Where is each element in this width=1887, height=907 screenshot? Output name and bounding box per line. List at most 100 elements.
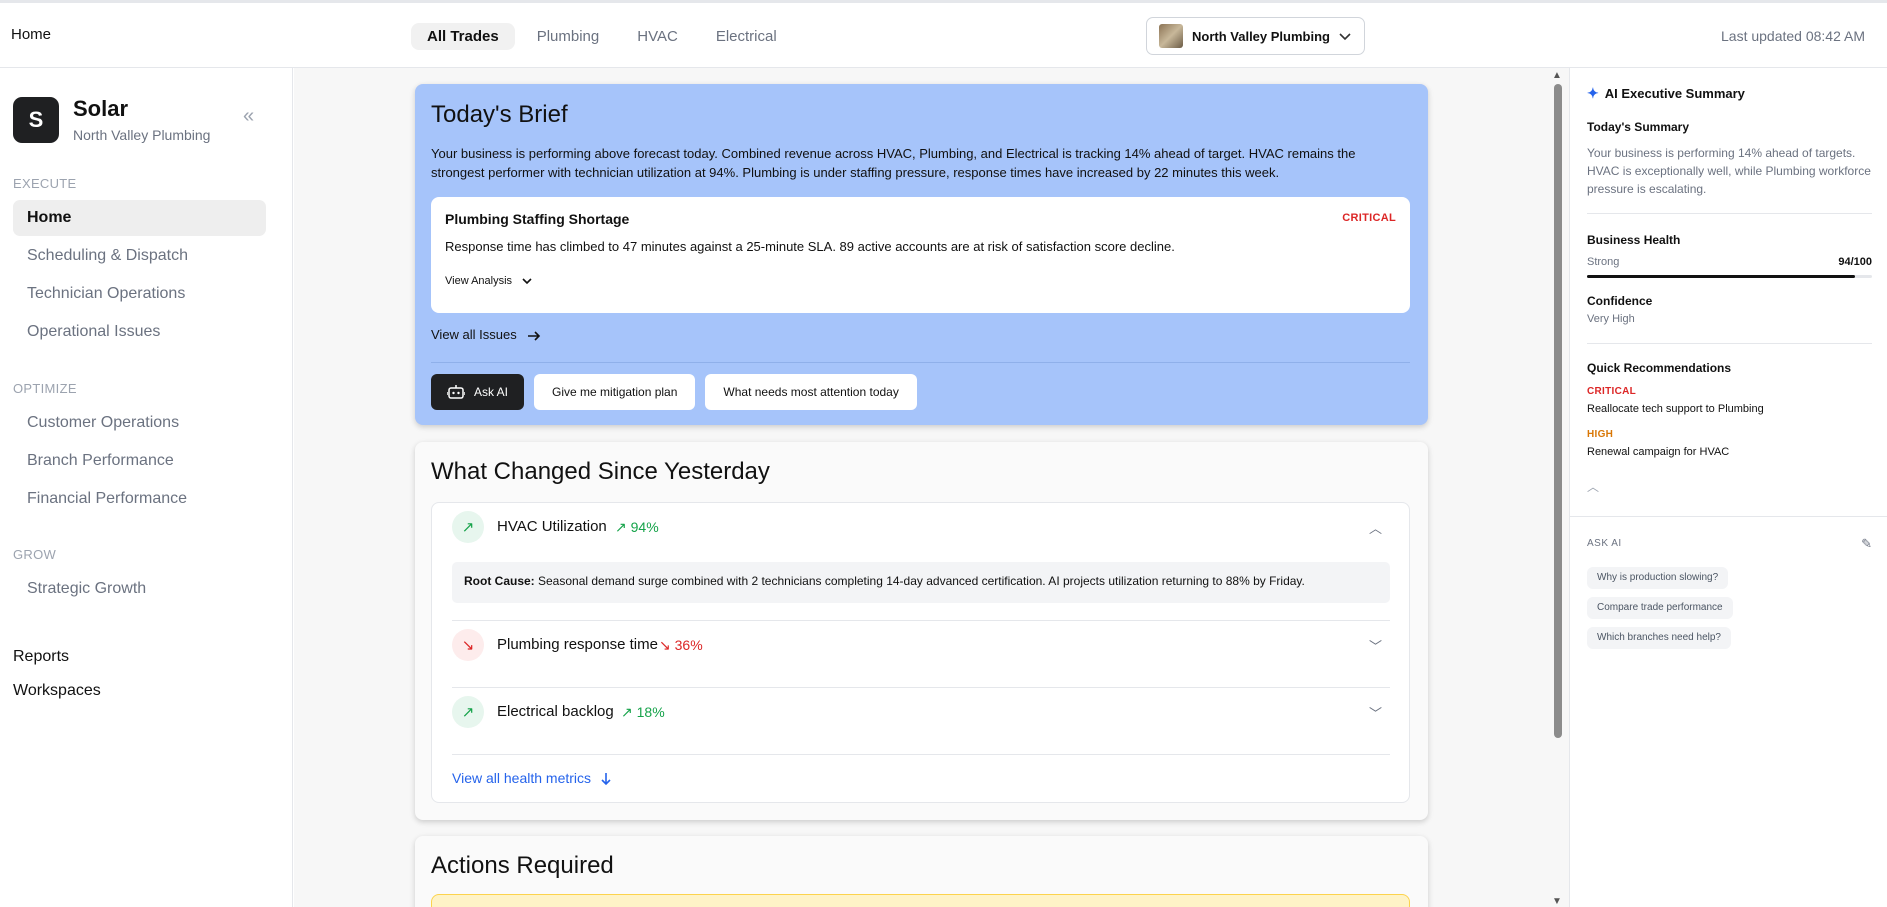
main-content: Today's Brief Your business is performin…: [294, 68, 1569, 907]
section-grow: GROW: [13, 547, 57, 562]
sidebar: S Solar North Valley Plumbing « EXECUTE …: [0, 68, 293, 907]
todays-summary-text: Your business is performing 14% ahead of…: [1587, 146, 1871, 196]
sidebar-item-scheduling[interactable]: Scheduling & Dispatch: [13, 238, 266, 274]
change-delta: ↘ 36%: [659, 637, 703, 653]
view-all-issues-label: View all Issues: [431, 327, 517, 342]
todays-brief-card: Today's Brief Your business is performin…: [415, 84, 1428, 425]
view-all-health-metrics-link[interactable]: View all health metrics: [452, 770, 612, 786]
section-optimize: OPTIMIZE: [13, 381, 77, 396]
ai-summary-header: ✦ AI Executive Summary: [1587, 85, 1745, 102]
sparkle-icon: ✦: [1587, 85, 1599, 101]
quick-recommendations-title: Quick Recommendations: [1587, 361, 1732, 375]
divider: [1587, 213, 1872, 214]
org-avatar: [1159, 24, 1183, 48]
root-cause-label: Root Cause:: [464, 574, 535, 588]
rec-item[interactable]: Renewal campaign for HVAC: [1587, 446, 1729, 458]
business-health-label: Strong: [1587, 256, 1620, 268]
chevron-down-icon: [522, 278, 532, 285]
brand-subtitle: North Valley Plumbing: [73, 127, 211, 143]
chevron-up-icon[interactable]: ︿: [1587, 478, 1599, 495]
view-all-health-metrics-label: View all health metrics: [452, 770, 592, 786]
brand-name: Solar: [73, 96, 129, 121]
action-buttons: Ask AI Give me mitigation plan What need…: [431, 374, 917, 410]
ai-summary-title: AI Executive Summary: [1604, 86, 1745, 101]
action-item[interactable]: [431, 894, 1410, 907]
alert-title: Plumbing Staffing Shortage: [445, 211, 630, 227]
trend-up-icon: ↗: [452, 511, 484, 543]
suggestion-chip[interactable]: Compare trade performance: [1587, 597, 1733, 619]
trend-down-icon: ↘: [452, 629, 484, 661]
business-health-value: 94/100: [1838, 256, 1872, 268]
top-bar: Home All Trades Plumbing HVAC Electrical…: [0, 0, 1887, 68]
chevron-down-icon[interactable]: ﹀: [1369, 636, 1382, 655]
alert-body: Response time has climbed to 47 minutes …: [445, 239, 1175, 254]
critical-badge: CRITICAL: [1342, 212, 1396, 224]
root-cause-text: Seasonal demand surge combined with 2 te…: [534, 574, 1305, 588]
sidebar-item-strategic-growth[interactable]: Strategic Growth: [13, 571, 266, 607]
divider: [1570, 516, 1887, 517]
brief-text: Your business is performing above foreca…: [431, 146, 1356, 180]
tab-electrical[interactable]: Electrical: [700, 23, 793, 50]
chevrons-left-icon[interactable]: «: [243, 105, 254, 128]
change-row-hvac[interactable]: ↗ HVAC Utilization ↗ 94% ︿: [452, 503, 1390, 553]
changes-list: ↗ HVAC Utilization ↗ 94% ︿ Root Cause: S…: [431, 502, 1410, 803]
sidebar-item-workspaces[interactable]: Workspaces: [13, 682, 101, 700]
view-all-issues-link[interactable]: View all Issues: [431, 327, 542, 342]
view-analysis-button[interactable]: View Analysis: [445, 275, 533, 287]
business-health-title: Business Health: [1587, 233, 1681, 247]
brand-logo: S: [13, 97, 59, 143]
sidebar-item-technician-operations[interactable]: Technician Operations: [13, 276, 266, 312]
scroll-down-icon[interactable]: ▼: [1552, 896, 1562, 907]
sidebar-item-financial-performance[interactable]: Financial Performance: [13, 481, 266, 517]
suggestion-chip[interactable]: Which branches need help?: [1587, 627, 1731, 649]
arrow-down-icon: [601, 773, 611, 786]
sidebar-item-reports[interactable]: Reports: [13, 648, 69, 666]
rec-critical-badge: CRITICAL: [1587, 386, 1637, 397]
brief-title: Today's Brief: [431, 101, 568, 128]
actions-title: Actions Required: [431, 852, 614, 879]
view-analysis-label: View Analysis: [445, 275, 513, 287]
tab-plumbing[interactable]: Plumbing: [521, 23, 616, 50]
divider: [1587, 343, 1872, 344]
change-label: Electrical backlog: [497, 703, 614, 720]
chevron-down-icon[interactable]: ﹀: [1369, 703, 1382, 722]
change-row-electrical[interactable]: ↗ Electrical backlog ↗ 18% ﹀: [452, 688, 1390, 738]
sidebar-item-home[interactable]: Home: [13, 200, 266, 236]
divider: [452, 754, 1390, 755]
scrollbar[interactable]: ▲ ▼: [1551, 70, 1565, 907]
trade-tabs: All Trades Plumbing HVAC Electrical: [411, 23, 793, 50]
divider: [431, 362, 1410, 363]
org-selector-label: North Valley Plumbing: [1192, 28, 1330, 44]
change-delta: ↗ 94%: [615, 519, 659, 535]
rec-item[interactable]: Reallocate tech support to Plumbing: [1587, 403, 1764, 415]
ask-ai-button[interactable]: Ask AI: [431, 374, 525, 410]
what-changed-card: What Changed Since Yesterday ↗ HVAC Util…: [415, 442, 1428, 820]
health-progress-fill: [1587, 275, 1855, 278]
changes-title: What Changed Since Yesterday: [431, 458, 770, 485]
sidebar-item-customer-operations[interactable]: Customer Operations: [13, 405, 266, 441]
scroll-up-icon[interactable]: ▲: [1552, 70, 1562, 81]
chevron-up-icon[interactable]: ︿: [1369, 518, 1382, 537]
sidebar-item-branch-performance[interactable]: Branch Performance: [13, 443, 266, 479]
change-row-plumbing[interactable]: ↘ Plumbing response time ↘ 36% ﹀: [452, 621, 1390, 671]
confidence-title: Confidence: [1587, 294, 1653, 308]
scrollbar-thumb[interactable]: [1554, 84, 1562, 738]
root-cause-box: Root Cause: Seasonal demand surge combin…: [452, 562, 1390, 603]
pencil-icon[interactable]: ✎: [1861, 536, 1872, 552]
actions-required-card: Actions Required: [415, 836, 1428, 907]
trend-up-icon: ↗: [452, 696, 484, 728]
change-label: HVAC Utilization: [497, 518, 607, 535]
tab-hvac[interactable]: HVAC: [621, 23, 694, 50]
ask-ai-section-label: ASK AI: [1587, 538, 1622, 549]
confidence-value: Very High: [1587, 313, 1635, 325]
breadcrumb[interactable]: Home: [11, 26, 51, 43]
robot-icon: [447, 385, 465, 399]
tab-all-trades[interactable]: All Trades: [411, 23, 515, 50]
attention-today-button[interactable]: What needs most attention today: [705, 374, 917, 410]
org-selector[interactable]: North Valley Plumbing: [1146, 17, 1365, 55]
arrow-right-icon: [528, 330, 541, 341]
mitigation-plan-button[interactable]: Give me mitigation plan: [534, 374, 696, 410]
suggestion-chip[interactable]: Why is production slowing?: [1587, 567, 1729, 589]
sidebar-item-operational-issues[interactable]: Operational Issues: [13, 314, 266, 350]
ai-summary-panel: ✦ AI Executive Summary Today's Summary Y…: [1569, 68, 1887, 907]
